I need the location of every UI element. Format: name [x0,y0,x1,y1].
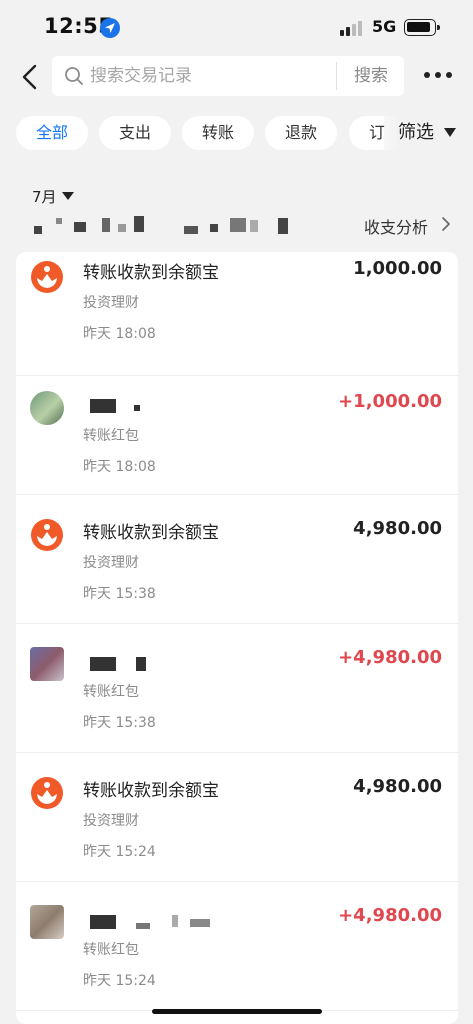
transaction-row[interactable]: 转账收款到余额宝 4,980.00 投资理财 昨天 15:38 [16,496,458,624]
contact-avatar [30,647,64,681]
transaction-amount: 4,980.00 [353,518,442,539]
caret-down-icon [62,192,74,200]
signal-icon [340,20,366,36]
month-summary-redacted [34,216,294,236]
search-icon [65,67,83,85]
caret-down-icon [444,128,456,137]
filter-button[interactable]: 筛选 [398,116,434,150]
transaction-category: 投资理财 [83,813,139,829]
transaction-row[interactable]: 转账收款到余额宝 1,000.00 投资理财 昨天 18:08 [16,252,458,376]
network-label: 5G [372,17,397,36]
chip-all[interactable]: 全部 [16,116,88,150]
status-bar: 12:55 5G [0,0,473,56]
location-arrow-icon [100,18,120,38]
contact-name-redacted [86,655,246,673]
transaction-time: 昨天 15:24 [83,973,156,989]
contact-avatar [30,391,64,425]
transaction-time: 昨天 15:38 [83,715,156,731]
transaction-category: 转账红包 [83,684,139,700]
transaction-category: 转账红包 [83,428,139,444]
transaction-category: 投资理财 [83,555,139,571]
chip-expense[interactable]: 支出 [99,116,171,150]
search-input[interactable] [90,64,330,88]
chip-transfer[interactable]: 转账 [182,116,254,150]
chevron-right-icon [442,217,450,231]
back-button[interactable] [16,60,46,94]
yuebao-icon [31,519,63,551]
contact-name-redacted [86,397,246,415]
transaction-row[interactable]: 转账收款到余额宝 4,980.00 投资理财 昨天 15:24 [16,754,458,882]
transaction-title: 转账收款到余额宝 [83,263,219,283]
transaction-row[interactable]: +4,980.00 转账红包 昨天 15:24 [16,883,458,1011]
chip-refund[interactable]: 退款 [265,116,337,150]
search-box[interactable]: 搜索 [52,56,404,96]
transaction-title: 转账收款到余额宝 [83,523,219,543]
transaction-time: 昨天 15:24 [83,844,156,860]
transaction-time: 昨天 15:38 [83,586,156,602]
yuebao-icon [31,261,63,293]
transaction-amount: 1,000.00 [353,258,442,279]
income-expense-analysis-link[interactable]: 收支分析 [364,214,428,238]
home-indicator[interactable] [152,1009,322,1014]
transaction-category: 转账红包 [83,942,139,958]
more-options-button[interactable] [424,70,452,82]
transaction-category: 投资理财 [83,295,139,311]
transaction-title: 转账收款到余额宝 [83,781,219,801]
yuebao-icon [31,777,63,809]
transaction-list: 转账收款到余额宝 1,000.00 投资理财 昨天 18:08 +1,000.0… [16,252,458,1024]
transaction-amount: 4,980.00 [353,776,442,797]
transaction-row[interactable]: +4,980.00 转账红包 昨天 15:38 [16,625,458,753]
contact-name-redacted [86,911,246,929]
battery-icon [404,19,440,36]
contact-avatar [30,905,64,939]
transaction-row[interactable]: +1,000.00 转账红包 昨天 18:08 [16,367,458,495]
search-divider [336,62,337,90]
search-button[interactable]: 搜索 [344,62,398,90]
transaction-time: 昨天 18:08 [83,459,156,475]
transaction-amount: +4,980.00 [338,647,442,668]
month-selector[interactable]: 7月 [32,186,57,207]
transaction-amount: +4,980.00 [338,905,442,926]
filter-row: 全部 支出 转账 退款 订 筛选 [0,116,473,150]
transaction-amount: +1,000.00 [338,391,442,412]
transaction-time: 昨天 18:08 [83,326,156,342]
chevron-left-icon [22,64,37,90]
